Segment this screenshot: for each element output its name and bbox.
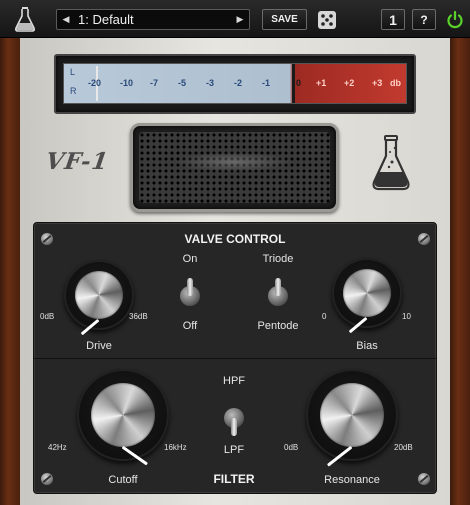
meter-scale-label: +3 xyxy=(372,78,383,88)
meter-left-label: L xyxy=(70,67,76,77)
preset-selector[interactable]: ◀ 1: Default ▶ xyxy=(56,9,250,30)
cutoff-knob[interactable] xyxy=(77,369,169,466)
triode-pentode-toggle[interactable] xyxy=(268,278,288,314)
meter-scale-label: 0 xyxy=(296,78,302,88)
meter-scale-label: -1 xyxy=(262,78,271,88)
save-button[interactable]: SAVE xyxy=(262,9,307,30)
cutoff-max-label: 16kHz xyxy=(164,443,187,452)
instance-button[interactable]: 1 xyxy=(381,9,405,30)
drive-knob[interactable] xyxy=(64,260,134,336)
meter-scale-label: +1 xyxy=(316,78,327,88)
cutoff-knob-indicator xyxy=(121,445,148,466)
drive-min-label: 0dB xyxy=(40,312,55,321)
bias-min-label: 0 xyxy=(322,312,327,321)
meter-scale-label: -5 xyxy=(178,78,187,88)
power-toggle-off-label: Off xyxy=(182,320,198,332)
product-logo: VF-1 xyxy=(44,148,111,175)
previous-preset-arrow-icon[interactable]: ◀ xyxy=(57,10,75,29)
filter-lpf-label: LPF xyxy=(223,444,245,456)
meter-scale-label: -20 xyxy=(88,78,102,88)
resonance-knob-cap xyxy=(320,383,384,447)
dice-icon[interactable] xyxy=(315,9,339,30)
resonance-min-label: 0dB xyxy=(284,443,299,452)
resonance-knob[interactable] xyxy=(306,369,398,467)
flask-icon[interactable] xyxy=(12,6,38,32)
help-button[interactable]: ? xyxy=(412,9,436,30)
wood-side-panel-left xyxy=(0,38,20,505)
filter-title: FILTER xyxy=(213,472,255,486)
preset-name[interactable]: 1: Default xyxy=(75,12,231,27)
resonance-max-label: 20dB xyxy=(394,443,413,452)
meter-right-label: R xyxy=(70,86,77,96)
mode-toggle-pentode-label: Pentode xyxy=(257,320,299,332)
mode-toggle-triode-label: Triode xyxy=(262,253,294,265)
power-toggle-on-label: On xyxy=(182,253,198,265)
cutoff-knob-cap xyxy=(91,383,155,447)
next-preset-arrow-icon[interactable]: ▶ xyxy=(231,10,249,29)
vu-meter: L R -20 -10 -7 -5 -3 -2 -1 0 +1 +2 +3 db xyxy=(54,54,416,114)
screw-icon xyxy=(418,473,430,485)
meter-zero-divider xyxy=(292,64,295,103)
tube-window xyxy=(130,123,339,212)
bias-label: Bias xyxy=(356,340,378,352)
meter-scale-label: -2 xyxy=(234,78,243,88)
drive-label: Drive xyxy=(86,340,112,352)
meter-scale-label: -3 xyxy=(206,78,215,88)
resonance-label: Resonance xyxy=(324,474,380,486)
bias-max-label: 10 xyxy=(402,312,411,321)
meter-scale-label: +2 xyxy=(344,78,355,88)
section-divider xyxy=(34,358,436,359)
drive-knob-indicator xyxy=(80,318,100,336)
toggle-lever xyxy=(187,278,193,296)
bias-knob-cap xyxy=(343,269,391,317)
drive-max-label: 36dB xyxy=(129,312,148,321)
drive-knob-cap xyxy=(75,271,123,319)
valve-on-off-toggle[interactable] xyxy=(180,278,200,314)
flask-logo-icon xyxy=(372,135,410,191)
toggle-lever xyxy=(231,418,237,436)
bias-knob-indicator xyxy=(348,316,368,334)
valve-control-title: VALVE CONTROL xyxy=(184,232,286,246)
meter-scale-label: db xyxy=(390,78,401,88)
filter-hpf-label: HPF xyxy=(223,375,245,387)
tube-glow xyxy=(173,152,293,172)
control-panel: VALVE CONTROL 0dB 36dB Drive On Off Trio… xyxy=(33,222,437,494)
power-icon[interactable] xyxy=(443,9,467,30)
screw-icon xyxy=(41,473,53,485)
plugin-toolbar: ◀ 1: Default ▶ SAVE 1 ? xyxy=(0,0,470,38)
resonance-knob-indicator xyxy=(326,445,353,467)
cutoff-min-label: 42Hz xyxy=(48,443,67,452)
hpf-lpf-toggle[interactable] xyxy=(224,400,244,436)
toggle-lever xyxy=(275,278,281,296)
meter-scale-label: -7 xyxy=(150,78,159,88)
bias-knob[interactable] xyxy=(332,258,402,334)
meter-scale-label: -10 xyxy=(120,78,134,88)
wood-side-panel-right xyxy=(450,38,470,505)
cutoff-label: Cutoff xyxy=(108,474,138,486)
meter-display: L R -20 -10 -7 -5 -3 -2 -1 0 +1 +2 +3 db xyxy=(63,63,407,104)
